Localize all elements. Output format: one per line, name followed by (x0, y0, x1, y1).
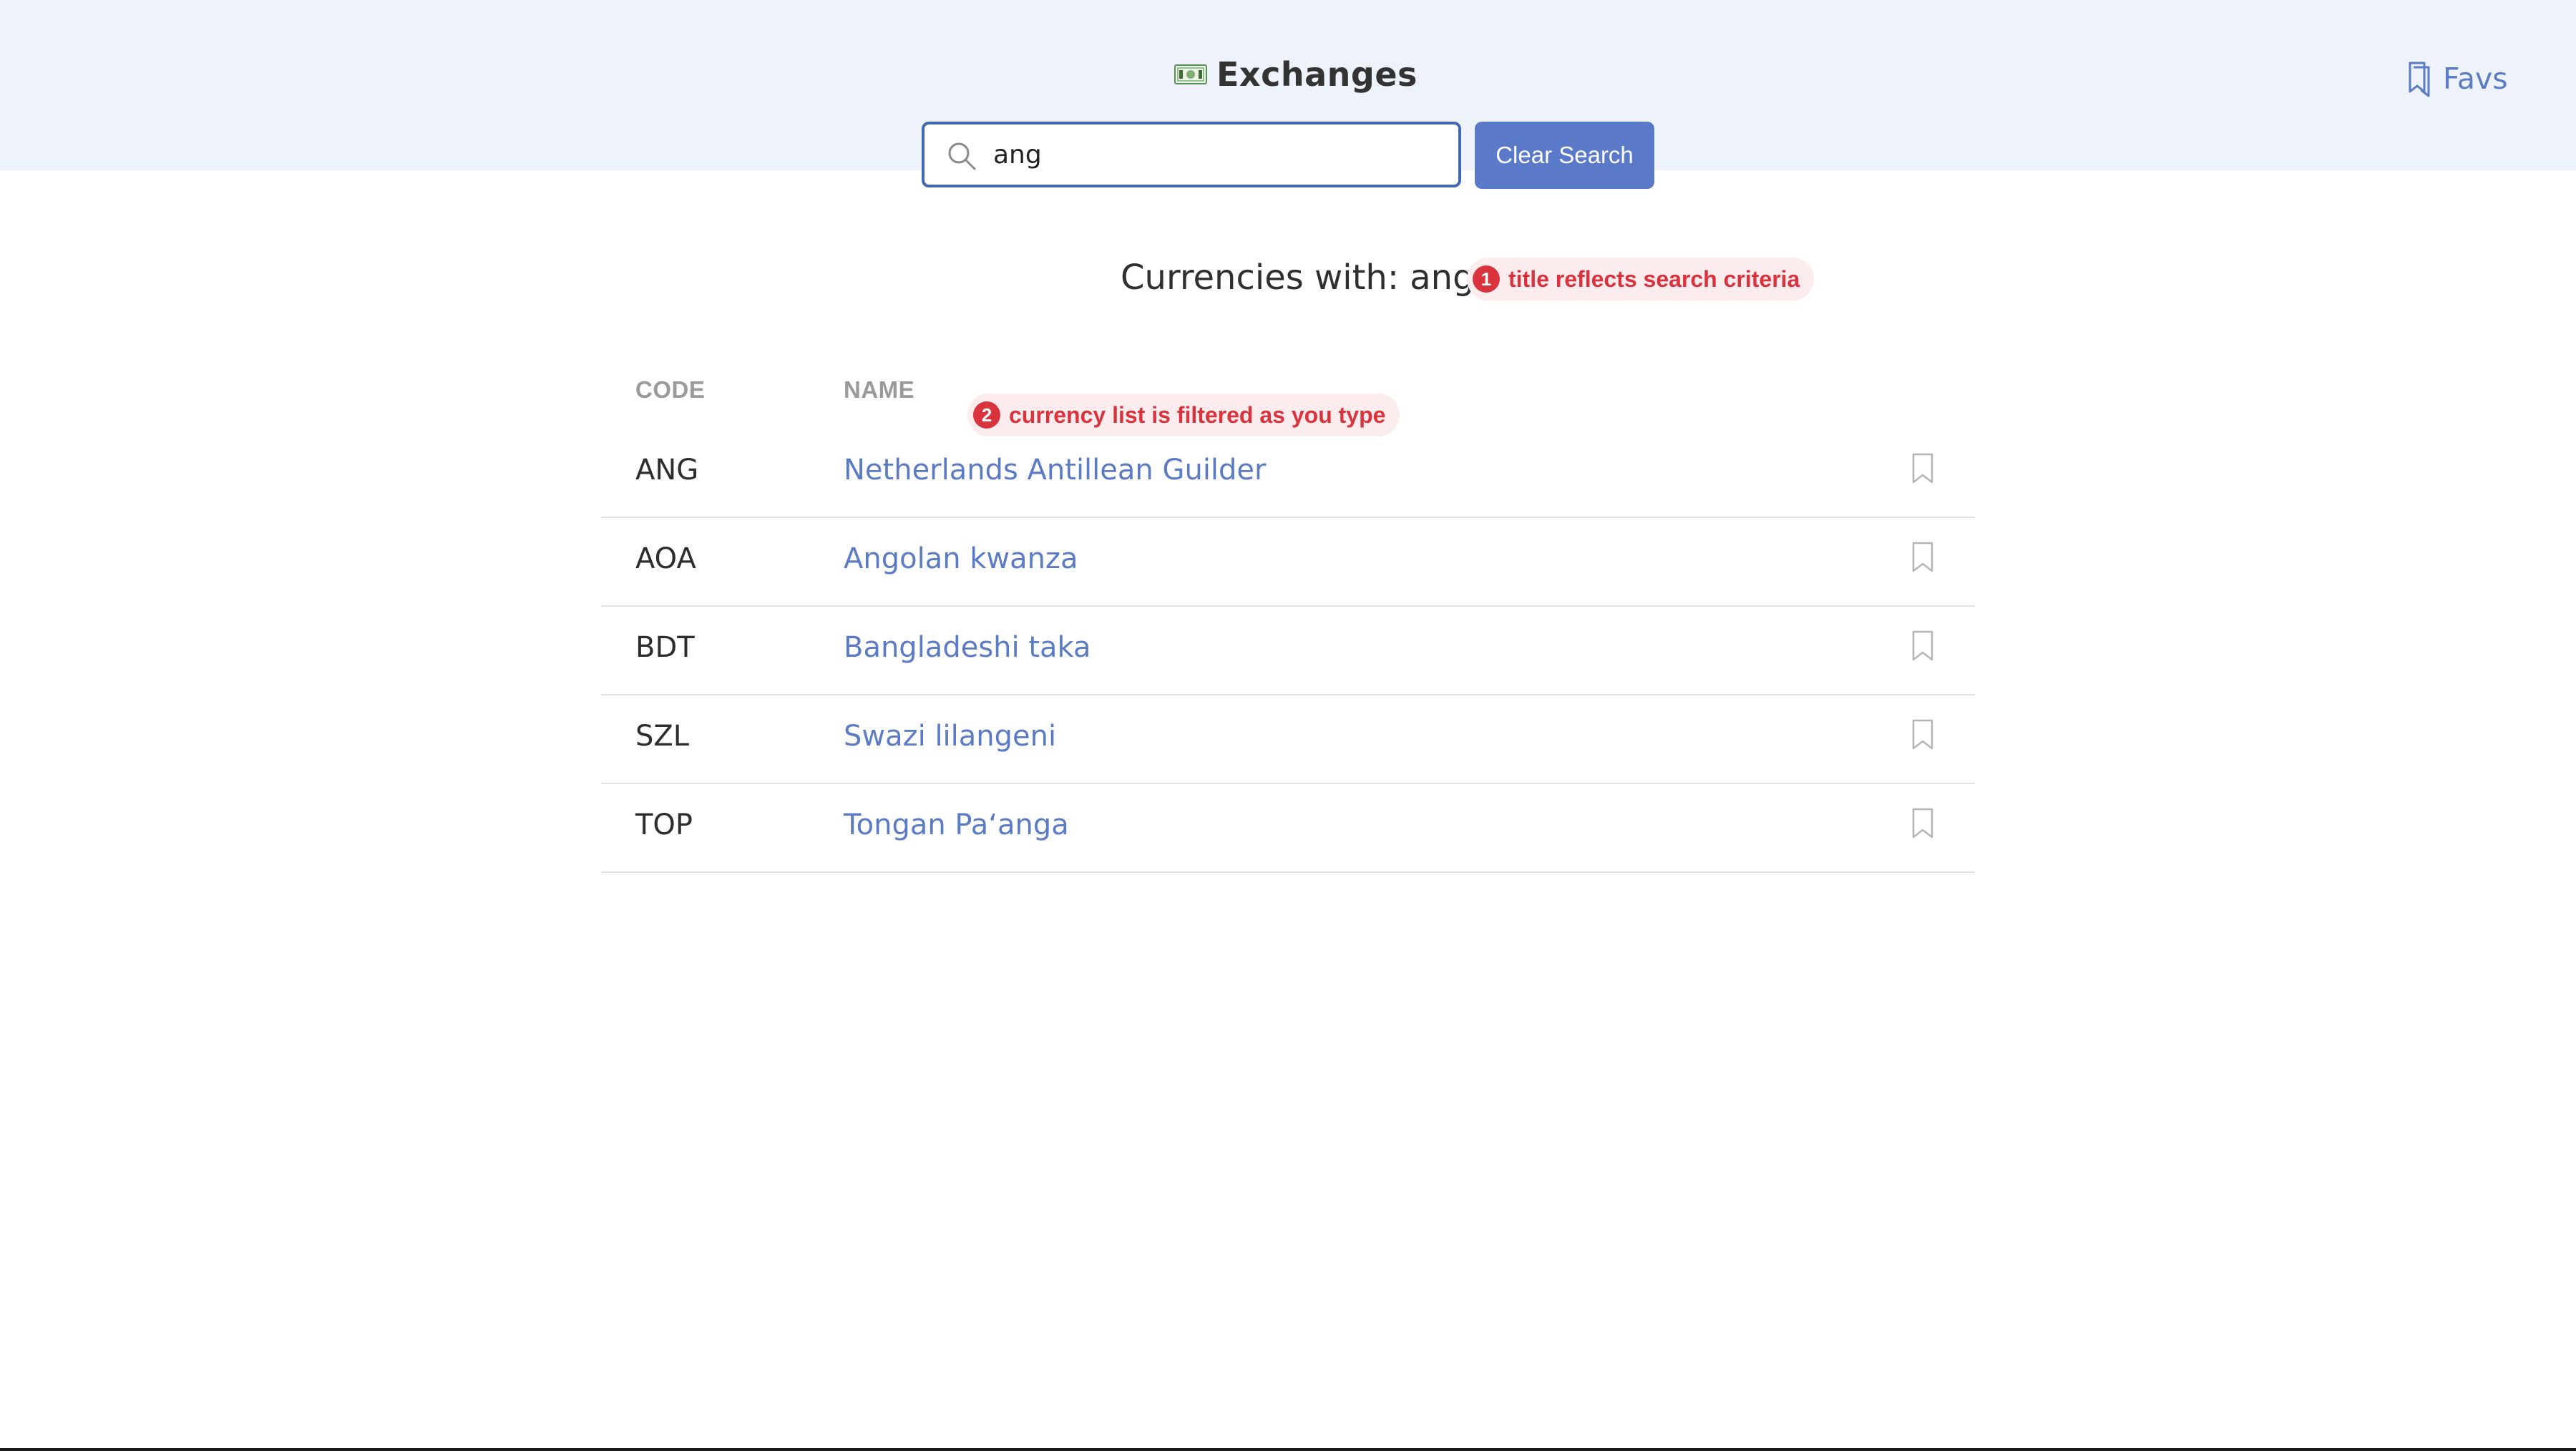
annotation-number: 2 (973, 401, 1000, 429)
table-row: AOA Angolan kwanza (601, 518, 1975, 607)
currency-code: AOA (635, 542, 696, 575)
favs-link[interactable]: Favs (2403, 59, 2508, 99)
window-bottom-edge (0, 1448, 2576, 1451)
currency-name-link[interactable]: Swazi lilangeni (844, 720, 1056, 753)
currency-name-link[interactable]: Angolan kwanza (844, 542, 1078, 575)
currency-code: TOP (635, 808, 693, 841)
bookmark-icon[interactable] (1911, 718, 1935, 751)
annotation-text: currency list is filtered as you type (1009, 401, 1386, 428)
currency-code: BDT (635, 631, 695, 664)
currency-code: SZL (635, 720, 690, 753)
table-row: ANG Netherlands Antillean Guilder (601, 429, 1975, 518)
column-header-code: CODE (635, 376, 706, 403)
page-title: Currencies with: ang (1121, 258, 1475, 298)
money-bill-icon (1174, 64, 1207, 84)
annotation-list: 2 currency list is filtered as you type (967, 394, 1400, 436)
app-window: Exchanges Favs Clear Search Currencies w… (0, 0, 2576, 1451)
annotation-text: title reflects search criteria (1508, 265, 1800, 292)
table-row: TOP Tongan Paʻanga (601, 784, 1975, 873)
search-box[interactable] (922, 122, 1461, 187)
annotation-number: 1 (1473, 265, 1500, 293)
currency-code: ANG (635, 454, 699, 487)
clear-search-button[interactable]: Clear Search (1475, 122, 1654, 189)
bookmark-icon[interactable] (1911, 807, 1935, 840)
column-header-name: NAME (844, 376, 915, 403)
table-body: ANG Netherlands Antillean Guilder AOA An… (601, 429, 1975, 873)
currency-name-link[interactable]: Netherlands Antillean Guilder (844, 454, 1267, 487)
bookmark-icon (2409, 62, 2430, 97)
table-row: BDT Bangladeshi taka (601, 607, 1975, 695)
app-title: Exchanges (1216, 55, 1418, 94)
annotation-title: 1 title reflects search criteria (1467, 258, 1815, 301)
favs-label: Favs (2443, 62, 2508, 96)
table-row: SZL Swazi lilangeni (601, 695, 1975, 784)
brand: Exchanges (1174, 52, 1418, 97)
bookmark-icon[interactable] (1911, 452, 1935, 485)
bookmark-icon[interactable] (1911, 630, 1935, 663)
search-input[interactable] (993, 135, 1437, 175)
bookmark-icon[interactable] (1911, 541, 1935, 574)
currency-name-link[interactable]: Tongan Paʻanga (844, 808, 1069, 841)
currency-name-link[interactable]: Bangladeshi taka (844, 631, 1091, 664)
search-icon (948, 142, 976, 170)
